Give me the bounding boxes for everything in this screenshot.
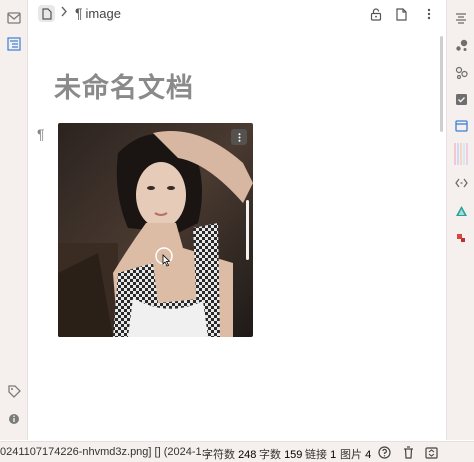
plugin-icon[interactable] [452,229,470,247]
file-icon[interactable] [38,5,55,22]
files-icon[interactable] [452,117,470,135]
word-count-stat: 字数 159 [259,446,302,462]
image-resize-handle[interactable] [246,200,249,260]
document-icon[interactable] [393,6,409,22]
image-count-stat: 图片 4 [340,446,371,462]
block-icon[interactable]: ¶ [37,126,45,142]
link-count-stat: 链接 1 [305,446,336,462]
chevron-right-icon [60,6,68,20]
image-more-icon[interactable] [231,129,247,145]
breadcrumb[interactable]: ¶ image [75,5,121,21]
inbox-icon[interactable] [5,9,23,27]
lock-icon[interactable] [368,6,384,22]
left-dock [0,0,28,440]
task-icon[interactable] [452,90,470,108]
outline-icon[interactable] [5,35,23,53]
more-vertical-icon[interactable] [421,6,437,22]
image-block[interactable] [58,123,253,337]
hand-cursor-icon [155,247,175,274]
char-count-stat: 字符数 248 [202,446,256,462]
breadcrumb-label: image [85,5,121,21]
char-count-label: 字符数 [202,449,235,461]
warning-triangle-icon[interactable] [452,202,470,220]
document-title[interactable]: 未命名文档 [54,66,194,105]
align-icon[interactable] [452,9,470,27]
graph-icon[interactable] [452,36,470,54]
image-count-value: 4 [365,449,372,461]
paragraph-icon: ¶ [75,5,83,21]
status-file-path: 0241107174226-nhvmd3z.png] [] (2024-1... [0,446,211,458]
tag-icon[interactable] [5,382,23,400]
trash-icon[interactable] [401,445,416,460]
color-strip-icon[interactable] [452,143,470,165]
link-count-label: 链接 [305,449,327,461]
editor-toolbar: ¶ image [29,0,445,28]
portrait-image [58,123,253,337]
editor-area[interactable]: 未命名文档 ¶ [29,28,445,440]
info-icon[interactable] [5,410,23,428]
word-count-label: 字数 [259,449,281,461]
right-dock [446,0,474,451]
help-icon[interactable] [377,445,392,460]
fullscreen-icon[interactable] [424,445,439,460]
link-count-value: 1 [330,449,337,461]
char-count-value: 248 [238,449,257,461]
editor-scrollbar[interactable] [440,36,443,132]
image-count-label: 图片 [340,449,362,461]
relation-icon[interactable] [452,63,470,81]
word-count-value: 159 [284,449,303,461]
code-icon[interactable] [452,174,470,192]
status-bar: 0241107174226-nhvmd3z.png] [] (2024-1...… [0,441,474,462]
